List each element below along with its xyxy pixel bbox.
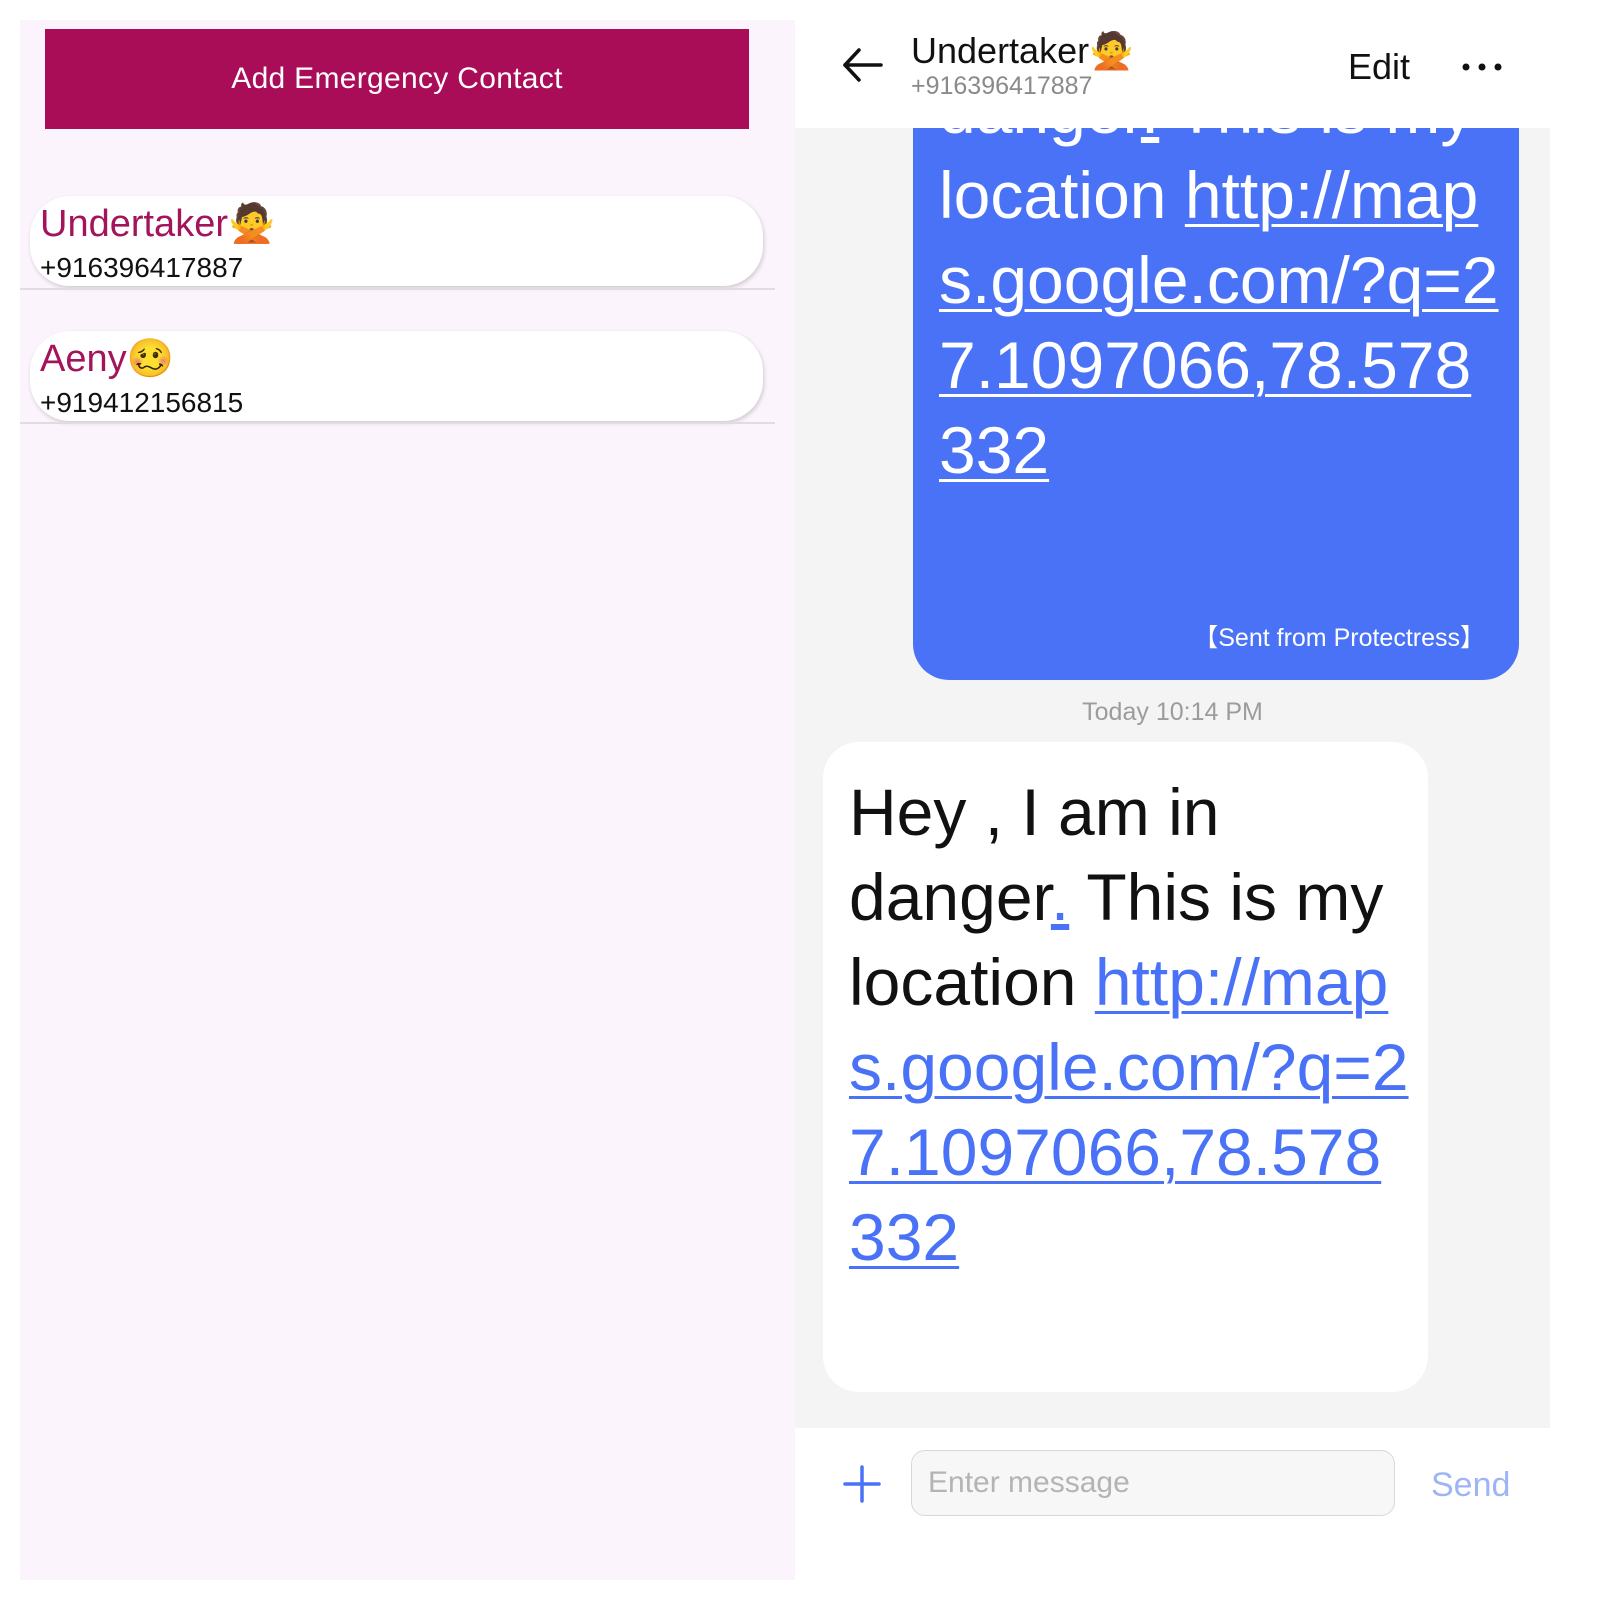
received-message-text: Hey , I am in danger. This is my locatio… [849, 770, 1409, 1280]
edit-button[interactable]: Edit [1348, 46, 1410, 88]
sent-message-dot: . [1141, 128, 1159, 147]
contact-card[interactable]: Aeny🥴 +919412156815 [30, 331, 763, 421]
contact-card[interactable]: Undertaker🙅 +916396417887 [30, 196, 763, 286]
sent-message-prefix: danger [939, 128, 1141, 147]
emergency-contacts-screen: Add Emergency Contact Undertaker🙅 +91639… [20, 20, 795, 1580]
divider [20, 288, 775, 290]
compose-bar: Send [795, 1428, 1570, 1560]
sent-signature: 【Sent from Protectress】 [1193, 624, 1485, 652]
conversation-contact-phone: +916396417887 [911, 72, 1093, 100]
contact-name: Undertaker🙅 [40, 203, 276, 245]
conversation-header: Undertaker🙅 +916396417887 Edit [795, 0, 1570, 128]
more-horizontal-icon[interactable] [1459, 52, 1505, 82]
message-timestamp: Today 10:14 PM [1082, 698, 1263, 726]
contact-name: Aeny🥴 [40, 338, 174, 380]
send-button[interactable]: Send [1431, 1466, 1510, 1505]
message-input[interactable] [911, 1450, 1395, 1516]
divider [20, 422, 775, 424]
sent-message-text: danger. This is my location http://maps.… [939, 128, 1499, 493]
received-message-dot: . [1050, 860, 1070, 934]
conversation-contact-name: Undertaker🙅 [911, 30, 1134, 71]
add-emergency-contact-button[interactable]: Add Emergency Contact [45, 29, 749, 129]
received-message-bubble[interactable]: Hey , I am in danger. This is my locatio… [823, 742, 1428, 1392]
contact-phone: +916396417887 [40, 252, 244, 283]
arrow-left-icon[interactable] [839, 42, 885, 88]
sent-message-bubble[interactable]: danger. This is my location http://maps.… [913, 128, 1519, 680]
plus-icon[interactable] [842, 1464, 882, 1504]
message-thread[interactable]: danger. This is my location http://maps.… [795, 128, 1550, 1428]
contact-phone: +919412156815 [40, 387, 244, 418]
conversation-screen: danger. This is my location http://maps.… [795, 0, 1570, 1560]
